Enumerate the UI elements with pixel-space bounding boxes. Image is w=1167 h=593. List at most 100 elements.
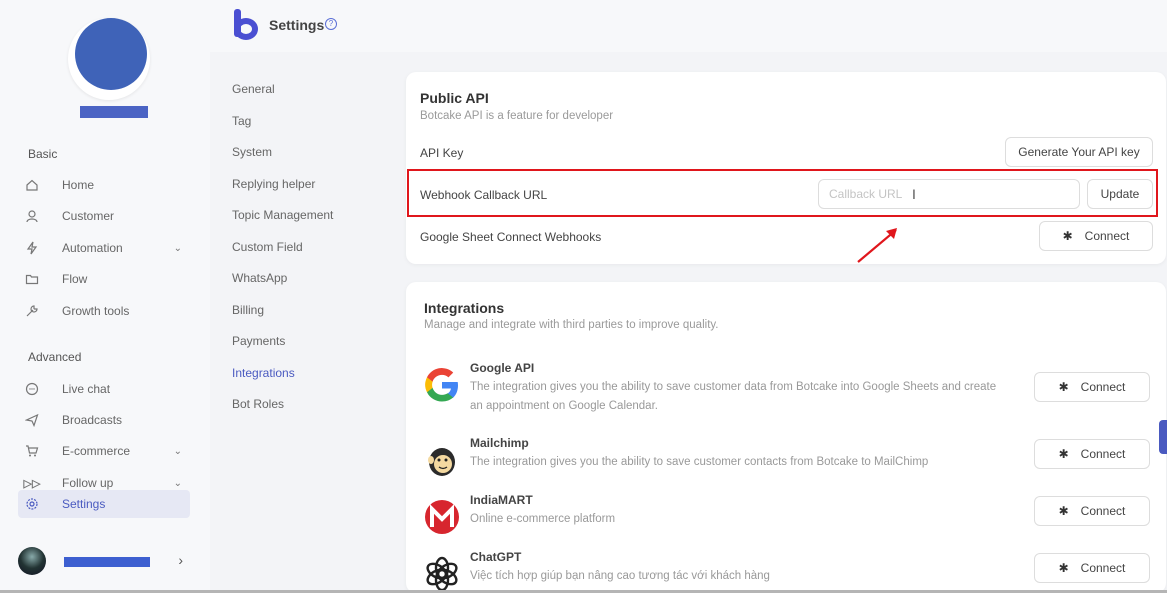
send-icon bbox=[24, 412, 40, 428]
user-icon bbox=[24, 208, 40, 224]
integration-item-mailchimp: Mailchimp The integration gives you the … bbox=[420, 436, 1160, 492]
plug-icon: ✱ bbox=[1058, 447, 1069, 461]
chevron-right-icon[interactable]: › bbox=[178, 552, 183, 568]
follow-up-icon: ▷▷ bbox=[23, 477, 41, 490]
sidebar-item-automation[interactable]: Automation ⌄ bbox=[18, 234, 190, 262]
sidebar-item-live-chat[interactable]: Live chat bbox=[18, 375, 190, 403]
help-icon[interactable]: ? bbox=[325, 18, 337, 30]
sidebar-item-e-commerce[interactable]: E-commerce ⌄ bbox=[18, 437, 190, 465]
mailchimp-connect-button[interactable]: ✱ Connect bbox=[1034, 439, 1150, 469]
connect-label: Connect bbox=[1080, 504, 1126, 518]
chatgpt-icon bbox=[426, 556, 458, 592]
integration-description: Online e-commerce platform bbox=[470, 513, 616, 525]
folder-icon bbox=[24, 271, 40, 287]
page-title: Settings bbox=[269, 17, 325, 33]
sidebar-item-label: Follow up bbox=[62, 476, 114, 490]
public-api-title: Public API bbox=[420, 90, 489, 106]
settings-menu-custom-field[interactable]: Custom Field bbox=[232, 240, 303, 254]
plug-icon: ✱ bbox=[1062, 229, 1073, 243]
integrations-subtitle: Manage and integrate with third parties … bbox=[424, 319, 719, 331]
settings-menu-billing[interactable]: Billing bbox=[232, 303, 264, 317]
integration-description: The integration gives you the ability to… bbox=[470, 456, 929, 468]
section-label-advanced: Advanced bbox=[28, 350, 82, 364]
wrench-icon bbox=[24, 303, 40, 319]
integration-item-indiamart: IndiaMART Online e-commerce platform ✱ C… bbox=[420, 493, 1160, 549]
settings-menu-whatsapp[interactable]: WhatsApp bbox=[232, 271, 287, 285]
integration-name: ChatGPT bbox=[470, 550, 522, 564]
chevron-down-icon[interactable]: ⌄ bbox=[174, 446, 182, 457]
chevron-down-icon[interactable]: ⌄ bbox=[174, 478, 182, 489]
google-sheet-connect-button[interactable]: ✱ Connect bbox=[1039, 221, 1153, 251]
sidebar-item-label: Customer bbox=[62, 209, 115, 223]
chatgpt-connect-button[interactable]: ✱ Connect bbox=[1034, 553, 1150, 583]
sidebar-item-customer[interactable]: Customer bbox=[18, 202, 190, 230]
integrations-panel: Integrations Manage and integrate with t… bbox=[406, 282, 1166, 593]
settings-menu: General Tag System Replying helper Topic… bbox=[210, 52, 398, 593]
integration-item-google-api: Google API The integration gives you the… bbox=[420, 361, 1160, 417]
public-api-subtitle: Botcake API is a feature for developer bbox=[420, 110, 614, 122]
side-scroll-tab[interactable] bbox=[1159, 420, 1167, 454]
sidebar-item-broadcasts[interactable]: Broadcasts bbox=[18, 406, 190, 434]
google-api-connect-button[interactable]: ✱ Connect bbox=[1034, 372, 1150, 402]
annotation-arrow-icon bbox=[857, 228, 897, 263]
sidebar-item-label: Automation bbox=[62, 241, 123, 255]
chevron-down-icon[interactable]: ⌄ bbox=[174, 243, 182, 254]
sidebar-item-label: Settings bbox=[62, 497, 106, 511]
indiamart-icon bbox=[425, 500, 459, 534]
google-sheet-webhooks-label: Google Sheet Connect Webhooks bbox=[420, 230, 602, 244]
connect-label: Connect bbox=[1084, 229, 1130, 243]
generate-api-key-button[interactable]: Generate Your API key bbox=[1005, 137, 1153, 167]
connect-label: Connect bbox=[1080, 447, 1126, 461]
settings-menu-topic-management[interactable]: Topic Management bbox=[232, 208, 333, 222]
integration-description: The integration gives you the ability to… bbox=[470, 381, 997, 412]
sidebar-item-growth-tools[interactable]: Growth tools bbox=[18, 297, 190, 325]
settings-menu-general[interactable]: General bbox=[232, 82, 275, 96]
sidebar-item-label: Growth tools bbox=[62, 304, 130, 318]
plug-icon: ✱ bbox=[1058, 504, 1069, 518]
gear-icon bbox=[24, 496, 40, 512]
plug-icon: ✱ bbox=[1058, 561, 1069, 575]
settings-menu-system[interactable]: System bbox=[232, 145, 272, 159]
settings-menu-integrations[interactable]: Integrations bbox=[232, 366, 295, 380]
section-label-basic: Basic bbox=[28, 147, 58, 161]
integrations-title: Integrations bbox=[424, 300, 505, 316]
settings-menu-bot-roles[interactable]: Bot Roles bbox=[232, 397, 284, 411]
integration-name: Mailchimp bbox=[470, 436, 529, 450]
cart-icon bbox=[24, 443, 40, 459]
page-avatar[interactable] bbox=[68, 18, 150, 100]
bolt-icon bbox=[24, 240, 40, 256]
sidebar-item-home[interactable]: Home bbox=[18, 171, 190, 199]
public-api-panel: Public API Botcake API is a feature for … bbox=[406, 72, 1166, 264]
integration-description: Việc tích hợp giúp bạn nâng cao tương tá… bbox=[470, 570, 770, 582]
integration-name: Google API bbox=[470, 361, 535, 375]
sidebar-item-settings[interactable]: Settings bbox=[18, 490, 190, 518]
sidebar-item-label: Live chat bbox=[62, 382, 111, 396]
google-icon bbox=[425, 368, 458, 402]
api-key-label: API Key bbox=[420, 146, 464, 160]
sidebar-item-label: Flow bbox=[62, 272, 88, 286]
settings-menu-replying-helper[interactable]: Replying helper bbox=[232, 177, 315, 191]
sidebar-item-label: Broadcasts bbox=[62, 413, 123, 427]
integration-name: IndiaMART bbox=[470, 493, 533, 507]
settings-menu-payments[interactable]: Payments bbox=[232, 334, 285, 348]
plug-icon: ✱ bbox=[1058, 380, 1069, 394]
avatar bbox=[18, 547, 46, 575]
annotation-highlight-box bbox=[407, 169, 1158, 217]
home-icon bbox=[24, 177, 40, 193]
integration-item-chatgpt: ChatGPT Việc tích hợp giúp bạn nâng cao … bbox=[420, 550, 1160, 593]
header: Settings ? bbox=[210, 0, 1167, 52]
sidebar-item-flow[interactable]: Flow bbox=[18, 265, 190, 293]
sidebar: Basic Home Customer Automation ⌄ Flow Gr… bbox=[0, 0, 210, 593]
chat-icon bbox=[24, 381, 40, 397]
connect-label: Connect bbox=[1080, 380, 1126, 394]
mailchimp-icon bbox=[428, 448, 455, 476]
connect-label: Connect bbox=[1080, 561, 1126, 575]
botcake-logo bbox=[232, 9, 260, 41]
sidebar-item-label: Home bbox=[62, 178, 95, 192]
page-name-redacted bbox=[80, 106, 148, 118]
settings-menu-tag[interactable]: Tag bbox=[232, 114, 251, 128]
user-account-bar[interactable]: › bbox=[18, 545, 193, 577]
indiamart-connect-button[interactable]: ✱ Connect bbox=[1034, 496, 1150, 526]
user-name-redacted bbox=[64, 557, 150, 567]
sidebar-item-label: E-commerce bbox=[62, 444, 131, 458]
